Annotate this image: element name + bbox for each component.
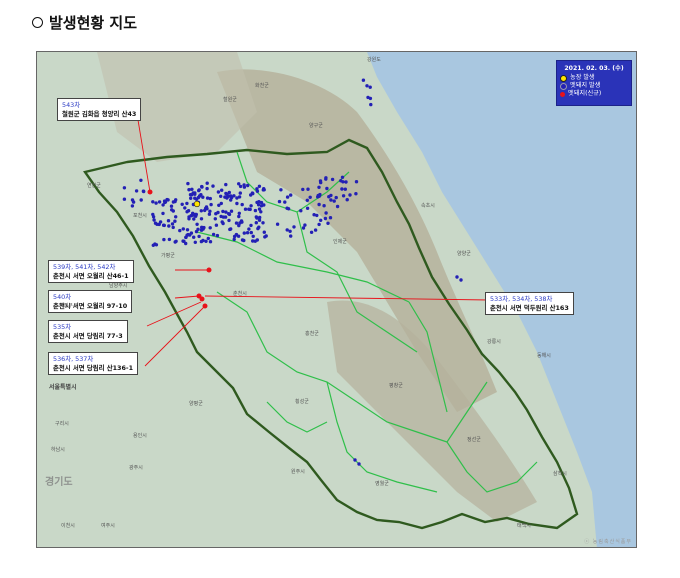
callout-533: 533차, 534차, 538차 춘천시 서면 덕두원리 산163 — [485, 292, 574, 316]
place-label: 홍천군 — [305, 331, 319, 337]
place-label: 횡성군 — [295, 399, 309, 405]
map-watermark: ⓒ 농림축산식품부 — [584, 539, 632, 545]
place-label: 양양군 — [457, 251, 471, 257]
place-label: 춘천시 — [233, 291, 247, 297]
place-label: 원주시 — [291, 469, 305, 475]
map-legend: 2021. 02. 03. (수) 농장 발생 멧돼지 발생 멧돼지(신규) — [556, 60, 632, 106]
place-label: 광주시 — [129, 465, 143, 471]
place-label: 강릉시 — [487, 339, 501, 345]
legend-item-farm: 농장 발생 — [560, 74, 628, 82]
place-label: 강원도 — [367, 57, 381, 63]
place-label: 태백시 — [517, 523, 531, 529]
gyeonggi-label: 경기도 — [45, 477, 73, 488]
place-label: 인제군 — [333, 239, 347, 245]
place-label: 이천시 — [61, 523, 75, 529]
outbreak-map[interactable]: 2021. 02. 03. (수) 농장 발생 멧돼지 발생 멧돼지(신규) 5… — [36, 51, 637, 548]
legend-date: 2021. 02. 03. (수) — [564, 65, 624, 72]
place-label: 하남시 — [51, 447, 65, 453]
bullet-circle-icon — [32, 17, 43, 28]
red-dot-icon — [560, 91, 565, 97]
county-boundary-9 — [266, 401, 328, 433]
yellow-dot-icon — [560, 74, 567, 82]
place-label: 가평군 — [161, 253, 175, 259]
place-label: 여주시 — [101, 523, 115, 529]
page-heading: 발생현황 지도 — [32, 12, 137, 33]
place-label: 속초시 — [421, 203, 435, 209]
seoul-label: 서울특별시 — [49, 384, 77, 391]
place-label: 철원군 — [223, 97, 237, 103]
callout-536: 536차, 537차 춘천시 서면 당림리 산136-1 — [48, 352, 139, 376]
legend-item-boar: 멧돼지 발생 — [560, 82, 628, 90]
place-label: 동해시 — [537, 353, 551, 359]
place-label: 양구군 — [309, 123, 323, 129]
place-label: 화천군 — [255, 83, 269, 89]
page-title: 발생현황 지도 — [49, 14, 138, 32]
place-label: 포천시 — [133, 213, 147, 219]
legend-item-boar-new: 멧돼지(신규) — [560, 90, 628, 98]
place-label: 의정부시 — [59, 303, 78, 309]
place-label: 영월군 — [375, 481, 389, 487]
place-label: 남양주시 — [109, 283, 128, 289]
place-label: 양평군 — [189, 401, 203, 407]
blue-dot-icon — [560, 82, 567, 90]
place-label: 삼척시 — [553, 471, 567, 477]
place-label: 용인시 — [133, 433, 147, 439]
place-label: 평창군 — [389, 383, 403, 389]
callout-535: 535차 춘천시 서면 당림리 77-3 — [48, 320, 128, 344]
place-label: 정선군 — [467, 437, 481, 443]
place-label: 연천군 — [87, 183, 101, 189]
callout-539: 539차, 541차, 542차 춘천시 서면 오월리 산46-1 — [48, 260, 134, 284]
callout-543: 543차 철원군 김화읍 청양리 산43 — [57, 98, 142, 122]
place-label: 구리시 — [55, 421, 69, 427]
